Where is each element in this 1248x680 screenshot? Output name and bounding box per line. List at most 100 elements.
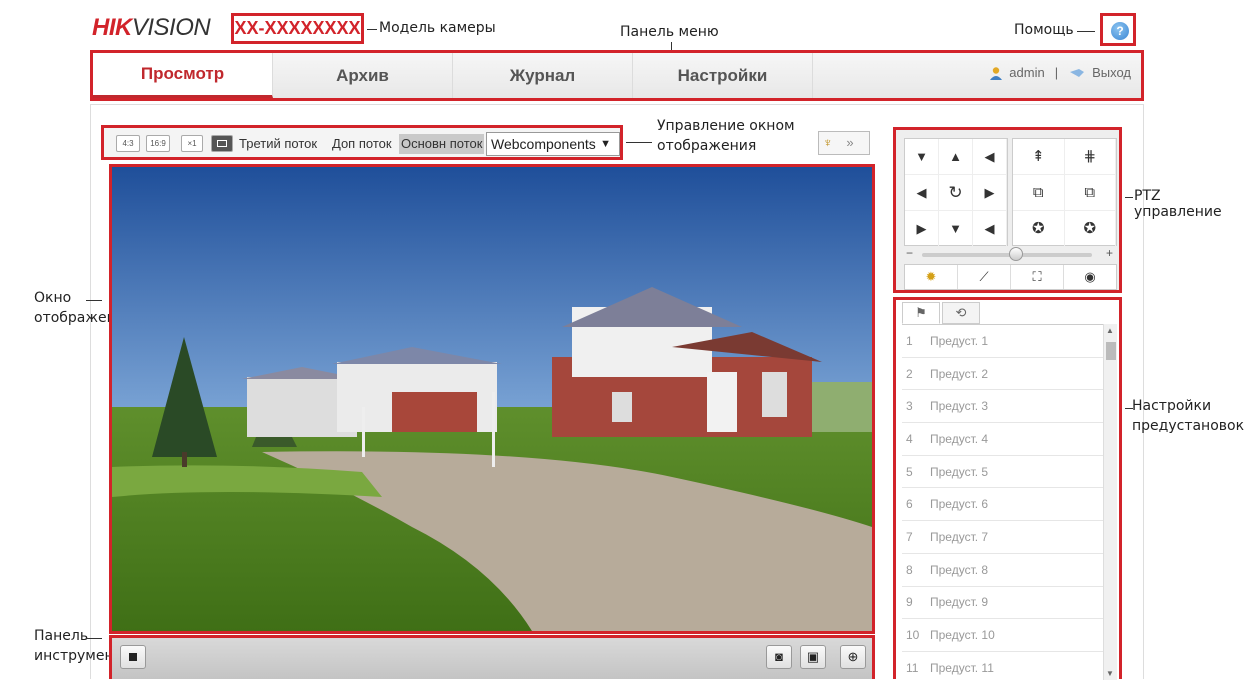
ptz-toggle-icon: ♆ <box>823 135 833 150</box>
ptz-panel-toggle[interactable]: ♆ » <box>818 131 870 155</box>
ptz-speed-slider[interactable]: − + <box>904 246 1117 262</box>
annotation-menu-panel: Панель меню <box>620 24 719 40</box>
preset-name: Предуст. 6 <box>930 497 989 512</box>
3d-zoom-button[interactable]: ⛶ <box>1011 265 1064 289</box>
tab-patrols[interactable]: ⟲ <box>942 302 980 324</box>
ratio-4-3-button[interactable]: 4:3 <box>116 135 140 152</box>
preset-row[interactable]: 2 Предуст. 2 <box>902 358 1103 391</box>
plugin-select-value: Webcomponents <box>491 136 596 152</box>
logout-link[interactable]: Выход <box>1092 65 1131 80</box>
tab-log[interactable]: Журнал <box>453 53 633 98</box>
tab-presets[interactable]: ⚑ <box>902 302 940 324</box>
annotation-line <box>367 29 377 30</box>
focus-far-button[interactable]: ⧉ <box>1064 175 1116 211</box>
auto-fit-button[interactable] <box>211 135 233 152</box>
ptz-lens-controls: ⇞ ⋕ ⧉ ⧉ ✪ ✪ <box>1012 138 1117 247</box>
camera-icon: ◙ <box>775 649 783 664</box>
zoom-out-icon: ⋕ <box>1083 148 1097 165</box>
logo-vision: VISION <box>131 14 211 41</box>
speed-slider-handle[interactable] <box>1008 247 1023 261</box>
light-button[interactable]: ✹ <box>905 265 958 289</box>
digital-zoom-button[interactable]: ⊕ <box>840 645 866 669</box>
annotation-preset-1: Настройки <box>1132 398 1212 414</box>
patrol-icon: ⟲ <box>955 305 967 320</box>
preset-name: Предуст. 7 <box>930 529 989 544</box>
preset-name: Предуст. 11 <box>930 660 994 675</box>
focus-far-icon: ⧉ <box>1084 184 1096 201</box>
tab-configuration[interactable]: Настройки <box>633 53 813 98</box>
menu-bar: Просмотр Архив Журнал Настройки admin | … <box>90 50 1144 101</box>
stop-live-button[interactable] <box>120 645 146 669</box>
iris-open-button[interactable]: ✪ <box>1013 211 1065 247</box>
preset-row[interactable]: 11 Предуст. 11 <box>902 652 1103 680</box>
tab-playback[interactable]: Архив <box>273 53 453 98</box>
speed-plus: + <box>1105 246 1113 260</box>
preset-row[interactable]: 5 Предуст. 5 <box>902 456 1103 489</box>
help-button[interactable]: ? <box>1100 13 1136 46</box>
ratio-original-button[interactable]: ×1 <box>181 135 203 152</box>
ptz-right-button[interactable]: ▶ <box>973 175 1007 211</box>
preset-tabs: ⚑ ⟲ <box>902 302 980 324</box>
iris-close-button[interactable]: ✪ <box>1064 211 1116 247</box>
preset-name: Предуст. 3 <box>930 399 989 414</box>
window-icon <box>217 140 227 147</box>
annotation-ptz: PTZ управление <box>1134 188 1222 220</box>
username: admin <box>1009 65 1045 80</box>
user-area: admin | Выход <box>989 65 1131 80</box>
annotation-line <box>626 142 652 143</box>
wiper-button[interactable]: ⟋ <box>958 265 1011 289</box>
preset-row[interactable]: 6 Предуст. 6 <box>902 488 1103 522</box>
preset-row[interactable]: 4 Предуст. 4 <box>902 423 1103 456</box>
preset-row[interactable]: 9 Предуст. 9 <box>902 587 1103 620</box>
plugin-select[interactable]: Webcomponents ▼ <box>486 132 620 156</box>
preset-number: 2 <box>906 366 913 381</box>
main-stream-option[interactable]: Основн поток <box>399 134 485 154</box>
scroll-thumb[interactable] <box>1106 342 1116 360</box>
ptz-down-right-button[interactable]: ◀ <box>973 211 1007 247</box>
separator: | <box>1054 65 1059 80</box>
capture-button[interactable]: ◙ <box>766 645 792 669</box>
chevron-right-icon: » <box>846 135 854 150</box>
ptz-down-button[interactable]: ▼ <box>939 211 973 247</box>
tab-live-view[interactable]: Просмотр <box>93 53 273 98</box>
live-view-toolbar: ◙ ▣ ⊕ <box>109 635 875 679</box>
focus-near-button[interactable]: ⧉ <box>1013 175 1065 211</box>
zoom-out-button[interactable]: ⋕ <box>1064 139 1116 175</box>
live-video-window[interactable] <box>109 164 875 634</box>
preset-row[interactable]: 1 Предуст. 1 <box>902 325 1103 358</box>
ptz-direction-pad: ▼ ▲ ◀ ◀ ↻ ▶ ▶ ▼ ◀ <box>904 138 1008 247</box>
ptz-up-button[interactable]: ▲ <box>939 139 973 175</box>
annotation-line <box>86 638 102 639</box>
scroll-down-icon[interactable]: ▼ <box>1106 669 1114 678</box>
ratio-16-9-button[interactable]: 16:9 <box>146 135 170 152</box>
preset-row[interactable]: 10 Предуст. 10 <box>902 619 1103 652</box>
ptz-up-left-button[interactable]: ▼ <box>905 139 939 175</box>
preset-scrollbar[interactable]: ▲ ▼ <box>1103 324 1117 680</box>
stop-icon <box>129 653 137 661</box>
record-button[interactable]: ▣ <box>800 645 826 669</box>
ptz-up-right-button[interactable]: ◀ <box>973 139 1007 175</box>
light-icon: ✹ <box>925 269 937 284</box>
third-stream-option[interactable]: Третий поток <box>237 134 319 154</box>
preset-name: Предуст. 9 <box>930 595 989 610</box>
sub-stream-option[interactable]: Доп поток <box>330 134 394 154</box>
wiper-icon: ⟋ <box>979 269 989 284</box>
one-touch-focus-button[interactable]: ◉ <box>1064 265 1116 289</box>
scroll-up-icon[interactable]: ▲ <box>1106 326 1114 335</box>
zoom-in-button[interactable]: ⇞ <box>1013 139 1065 175</box>
preset-row[interactable]: 3 Предуст. 3 <box>902 390 1103 424</box>
preset-number: 8 <box>906 562 913 577</box>
iris-close-icon: ✪ <box>1083 220 1097 237</box>
3d-positioning-icon: ⛶ <box>1032 269 1042 284</box>
preset-number: 6 <box>906 497 913 512</box>
ptz-left-button[interactable]: ◀ <box>905 175 939 211</box>
iris-open-icon: ✪ <box>1031 220 1045 237</box>
ptz-control-panel: ▼ ▲ ◀ ◀ ↻ ▶ ▶ ▼ ◀ ⇞ ⋕ ⧉ ⧉ ✪ ✪ − + ✹ ⟋ ⛶ … <box>893 127 1122 293</box>
focus-icon: ◉ <box>1084 269 1096 284</box>
preset-row[interactable]: 8 Предуст. 8 <box>902 554 1103 587</box>
preset-number: 9 <box>906 595 913 610</box>
ptz-down-left-button[interactable]: ▶ <box>905 211 939 247</box>
preset-number: 4 <box>906 431 913 446</box>
preset-row[interactable]: 7 Предуст. 7 <box>902 521 1103 554</box>
ptz-auto-button[interactable]: ↻ <box>939 175 973 211</box>
